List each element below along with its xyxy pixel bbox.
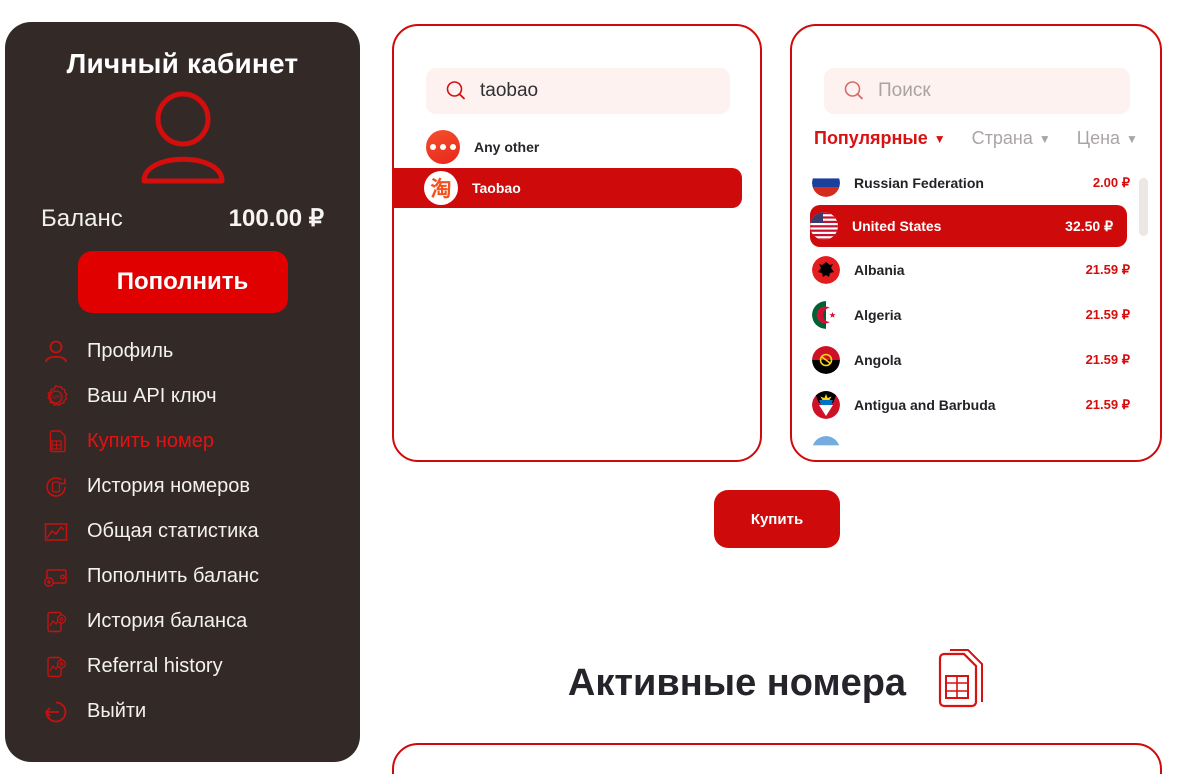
sidebar-nav: Профиль API Ваш API ключ Купить номер Ис… <box>5 329 360 734</box>
country-price: 21.59 ₽ <box>1085 261 1130 277</box>
user-icon <box>41 337 71 367</box>
svg-text:淘: 淘 <box>431 177 452 201</box>
country-list[interactable]: Russian Federation 2.00 ₽ United States … <box>794 160 1158 454</box>
flag-ar-icon <box>812 435 840 454</box>
country-price: 2.00 ₽ <box>1092 174 1130 190</box>
sidebar-item-label: Ваш API ключ <box>87 385 217 407</box>
sidebar-item-label: Профиль <box>87 340 174 362</box>
logout-icon <box>41 697 71 727</box>
history-sim-icon <box>41 472 71 502</box>
chevron-down-icon: ▼ <box>1126 131 1138 146</box>
sort-label: Страна <box>971 128 1033 148</box>
flag-al-icon <box>812 255 840 284</box>
sidebar: Личный кабинет Баланс 100.00 ₽ Пополнить… <box>5 22 360 762</box>
sidebar-item-statistics[interactable]: Общая статистика <box>5 509 360 554</box>
sidebar-item-logout[interactable]: Выйти <box>5 689 360 734</box>
country-row[interactable]: Antigua and Barbuda 21.59 ₽ <box>812 382 1148 427</box>
sidebar-item-label: История баланса <box>87 610 248 632</box>
svg-text:API: API <box>51 395 61 401</box>
country-name: Algeria <box>854 306 902 323</box>
topup-button[interactable]: Пополнить <box>77 251 288 313</box>
sidebar-item-api-key[interactable]: API Ваш API ключ <box>5 374 360 419</box>
sidebar-item-referral-history[interactable]: Referral history <box>5 644 360 689</box>
user-avatar-icon <box>141 91 224 184</box>
country-price: 32.50 ₽ <box>1065 217 1113 234</box>
country-price: 21.59 ₽ <box>1085 396 1130 412</box>
sort-country[interactable]: Страна ▼ <box>972 128 1051 149</box>
api-gear-icon: API <box>41 382 71 412</box>
sort-popular[interactable]: Популярные ▼ <box>814 128 946 149</box>
search-icon <box>844 81 863 100</box>
country-search-placeholder: Поиск <box>878 80 931 101</box>
active-numbers-title: Активные номера <box>567 662 907 704</box>
phone-stats-icon <box>41 607 71 637</box>
balance-row: Баланс 100.00 ₽ <box>5 204 360 233</box>
service-name: Taobao <box>472 180 521 196</box>
country-name: Angola <box>854 351 902 368</box>
country-row[interactable]: Algeria 21.59 ₽ <box>812 292 1148 337</box>
flag-ag-icon <box>812 390 840 419</box>
service-row-any-other[interactable]: Any other <box>394 126 760 168</box>
country-scrollbar[interactable] <box>1139 178 1148 468</box>
app-root: Личный кабинет Баланс 100.00 ₽ Пополнить… <box>0 0 1184 774</box>
chevron-down-icon: ▼ <box>1038 131 1051 146</box>
dots-avatar-icon <box>426 130 460 164</box>
country-name: United States <box>852 218 942 234</box>
sidebar-item-label: Пополнить баланс <box>87 565 259 587</box>
page-title: Личный кабинет <box>66 48 299 79</box>
wallet-plus-icon <box>41 562 71 592</box>
phone-stats-icon <box>41 652 71 682</box>
countries-panel: Поиск Популярные ▼ Страна ▼ Цена ▼ Russi… <box>790 24 1162 462</box>
flag-us-icon <box>810 212 838 240</box>
country-search-input[interactable]: Поиск <box>824 68 1130 114</box>
buy-button[interactable]: Купить <box>714 490 840 548</box>
service-name: Any other <box>474 139 540 155</box>
service-row-taobao[interactable]: 淘 Taobao <box>392 168 742 208</box>
country-name: Russian Federation <box>854 174 984 191</box>
country-row[interactable]: United States 32.50 ₽ <box>810 205 1127 247</box>
service-search-value: taobao <box>480 80 539 101</box>
country-name: Antigua and Barbuda <box>854 396 996 413</box>
active-numbers-header: Активные номера <box>392 648 1162 719</box>
sort-price[interactable]: Цена ▼ <box>1077 128 1138 149</box>
sidebar-item-label: Referral history <box>87 655 223 677</box>
country-price: 21.59 ₽ <box>1085 306 1130 322</box>
sidebar-item-label: История номеров <box>87 475 251 497</box>
sidebar-item-number-history[interactable]: История номеров <box>5 464 360 509</box>
taobao-logo-icon: 淘 <box>424 171 458 205</box>
sim-card-icon <box>924 648 986 719</box>
flag-dz-icon <box>812 300 840 329</box>
sidebar-item-topup-balance[interactable]: Пополнить баланс <box>5 554 360 599</box>
sidebar-item-label: Купить номер <box>87 430 214 452</box>
sidebar-item-label: Общая статистика <box>87 520 259 542</box>
flag-ao-icon <box>812 345 840 374</box>
service-list: Any other 淘 Taobao <box>392 126 760 208</box>
sort-bar: Популярные ▼ Страна ▼ Цена ▼ <box>814 128 1160 149</box>
sim-card-icon <box>41 427 71 457</box>
services-panel: taobao Any other 淘 Taobao <box>392 24 762 462</box>
active-numbers-card <box>392 743 1162 774</box>
country-row[interactable]: Russian Federation 2.00 ₽ <box>812 160 1148 205</box>
balance-value: 100.00 ₽ <box>228 205 324 232</box>
search-icon <box>446 81 465 100</box>
country-row[interactable]: Albania 21.59 ₽ <box>812 247 1148 292</box>
scrollbar-thumb[interactable] <box>1139 178 1148 236</box>
sidebar-item-profile[interactable]: Профиль <box>5 329 360 374</box>
flag-ru-icon <box>812 168 840 197</box>
sidebar-item-label: Выйти <box>87 700 147 722</box>
chevron-down-icon: ▼ <box>933 131 946 146</box>
avatar <box>5 86 360 194</box>
service-search-input[interactable]: taobao <box>426 68 730 114</box>
country-price: 21.59 ₽ <box>1085 351 1130 367</box>
sort-label: Популярные <box>814 128 928 148</box>
country-row[interactable]: Angola 21.59 ₽ <box>812 337 1148 382</box>
sidebar-item-buy-number[interactable]: Купить номер <box>5 419 360 464</box>
sort-label: Цена <box>1076 128 1121 148</box>
balance-label: Баланс <box>41 205 123 232</box>
sidebar-item-balance-history[interactable]: История баланса <box>5 599 360 644</box>
country-name: Albania <box>854 261 905 278</box>
country-row-partial[interactable] <box>812 427 1148 454</box>
chart-icon <box>41 517 71 547</box>
